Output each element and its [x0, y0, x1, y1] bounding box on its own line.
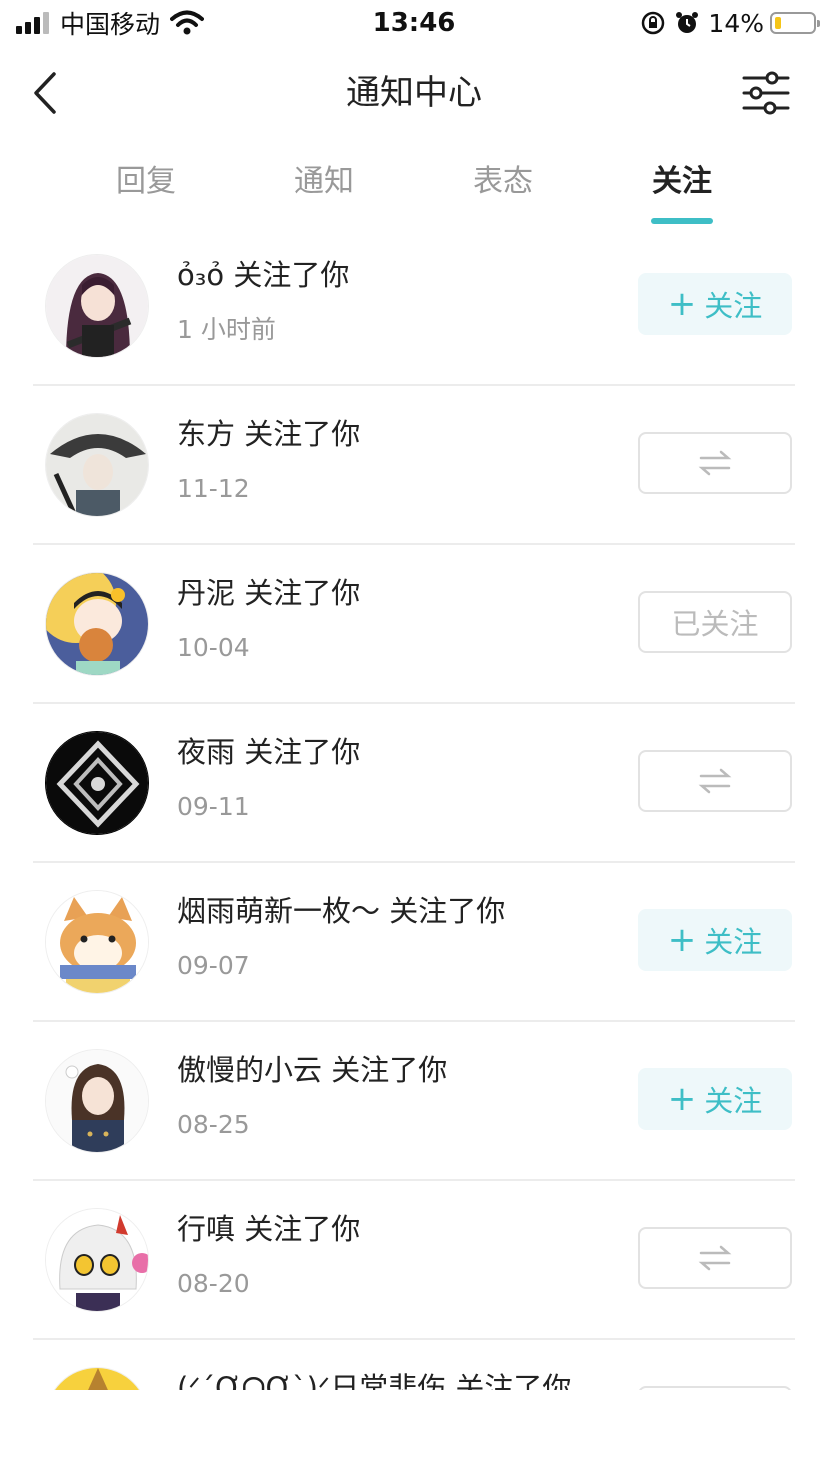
mutual-follow-button[interactable]	[638, 1386, 792, 1390]
follow-button[interactable]: + 关注	[638, 1068, 792, 1130]
list-item[interactable]: 夜雨 关注了你 09-11	[0, 704, 828, 863]
list-item[interactable]: 东方 关注了你 11-12	[0, 386, 828, 545]
followed-button[interactable]: 已关注	[638, 591, 792, 653]
tab-bar: 回复 通知 表态 关注	[0, 150, 828, 230]
list-item[interactable]: 行嗔 关注了你 08-20	[0, 1181, 828, 1340]
tab-follows[interactable]: 关注	[622, 162, 742, 202]
mutual-arrows-icon	[698, 450, 732, 476]
notification-text: ỏ₃ỏ 关注了你	[177, 258, 350, 292]
follow-button-label: 关注	[704, 1084, 763, 1118]
follow-button[interactable]: + 关注	[638, 273, 792, 335]
plus-icon: +	[667, 1079, 697, 1119]
notification-time: 08-20	[177, 1269, 250, 1298]
list-item[interactable]: 傲慢的小云 关注了你 08-25 + 关注	[0, 1022, 828, 1181]
notification-text: 夜雨 关注了你	[177, 735, 361, 769]
follow-button-label: 关注	[704, 925, 763, 959]
follow-button-label: 关注	[704, 289, 763, 323]
avatar[interactable]	[45, 572, 149, 676]
mutual-follow-button[interactable]	[638, 1227, 792, 1289]
notification-time: 09-11	[177, 792, 250, 821]
mutual-follow-button[interactable]	[638, 432, 792, 494]
avatar[interactable]	[45, 1208, 149, 1312]
status-right: 14%	[632, 6, 820, 40]
list-item[interactable]: (ᐟ´ỢᗝỢ`)ᐟ日常悲伤 关注了你	[0, 1340, 828, 1390]
avatar[interactable]	[45, 1367, 149, 1390]
mutual-arrows-icon	[698, 768, 732, 794]
tab-reactions[interactable]: 表态	[443, 162, 563, 202]
filter-settings-icon[interactable]	[742, 70, 790, 116]
list-item[interactable]: ỏ₃ỏ 关注了你 1 小时前 + 关注	[0, 227, 828, 386]
avatar[interactable]	[45, 1049, 149, 1153]
follow-button[interactable]: + 关注	[638, 909, 792, 971]
battery-percent: 14%	[708, 8, 764, 38]
notification-time: 09-07	[177, 951, 250, 980]
avatar[interactable]	[45, 731, 149, 835]
tab-replies[interactable]: 回复	[86, 162, 206, 202]
plus-icon: +	[667, 920, 697, 960]
tab-notifications[interactable]: 通知	[264, 162, 384, 202]
rotation-lock-icon	[642, 11, 665, 35]
notification-time: 08-25	[177, 1110, 250, 1139]
avatar[interactable]	[45, 254, 149, 358]
active-tab-indicator	[651, 218, 713, 224]
notification-text: 傲慢的小云 关注了你	[177, 1053, 448, 1087]
plus-icon: +	[667, 284, 697, 324]
notification-time: 11-12	[177, 474, 250, 503]
follower-list: ỏ₃ỏ 关注了你 1 小时前 + 关注 东方 关注了你 11-12 丹泥 关注了你…	[0, 227, 828, 1390]
list-item[interactable]: 烟雨萌新一枚～ 关注了你 09-07 + 关注	[0, 863, 828, 1022]
notification-time: 10-04	[177, 633, 250, 662]
notification-text: 烟雨萌新一枚～ 关注了你	[177, 894, 506, 928]
avatar[interactable]	[45, 890, 149, 994]
notification-text: 行嗔 关注了你	[177, 1212, 361, 1246]
notification-text: 丹泥 关注了你	[177, 576, 361, 610]
battery-icon	[770, 12, 820, 34]
alarm-icon	[676, 12, 699, 33]
mutual-arrows-icon	[698, 1245, 732, 1271]
nav-bar: 通知中心	[0, 46, 828, 142]
followed-button-label: 已关注	[671, 607, 759, 641]
notification-time: 1 小时前	[177, 315, 276, 344]
notification-text: 东方 关注了你	[177, 417, 361, 451]
page-title: 通知中心	[346, 73, 482, 113]
status-bar: 中国移动 13:46 14%	[0, 0, 828, 46]
list-item[interactable]: 丹泥 关注了你 10-04 已关注	[0, 545, 828, 704]
notification-text: (ᐟ´ỢᗝỢ`)ᐟ日常悲伤 关注了你	[177, 1371, 572, 1390]
avatar[interactable]	[45, 413, 149, 517]
mutual-follow-button[interactable]	[638, 750, 792, 812]
